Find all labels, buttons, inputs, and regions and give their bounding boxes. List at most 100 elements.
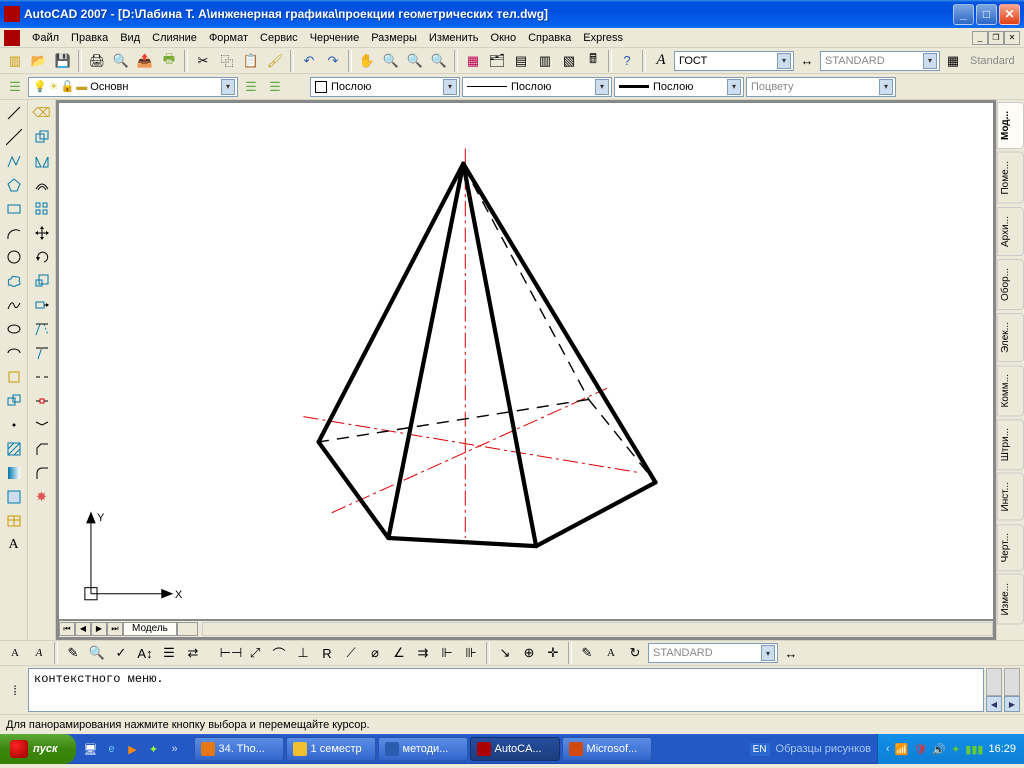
insert-icon[interactable] xyxy=(3,366,25,388)
menu-format[interactable]: Формат xyxy=(203,30,254,46)
polygon-icon[interactable] xyxy=(3,174,25,196)
clock[interactable]: 16:29 xyxy=(988,743,1016,755)
tray-vol-icon[interactable]: 🔊 xyxy=(932,743,946,756)
hatch-icon[interactable] xyxy=(3,438,25,460)
zoom-win-icon[interactable]: 🔍 xyxy=(404,50,426,72)
dimstyle-combo[interactable]: STANDARD▾ xyxy=(648,643,778,663)
copy-obj-icon[interactable] xyxy=(31,126,53,148)
vtab-hatch[interactable]: Штри... xyxy=(997,419,1024,470)
lang-indicator[interactable]: EN xyxy=(750,743,770,756)
mdi-close[interactable]: ✕ xyxy=(1004,31,1020,45)
scroll-right-icon[interactable]: ▶ xyxy=(1004,696,1020,712)
dim-quick-icon[interactable]: ⇉ xyxy=(412,642,434,664)
cmd-scrollbar[interactable]: ◀ xyxy=(986,668,1002,712)
dim-align-icon[interactable]: ⤢ xyxy=(244,642,266,664)
props-icon[interactable]: ▦ xyxy=(462,50,484,72)
menu-view[interactable]: Вид xyxy=(114,30,146,46)
tablestyle-icon[interactable]: ▦ xyxy=(942,50,964,72)
vtab-model[interactable]: Мод... xyxy=(997,102,1024,149)
color-combo[interactable]: Послою▾ xyxy=(310,77,460,97)
dim-ord-icon[interactable]: ⊥ xyxy=(292,642,314,664)
table-icon[interactable] xyxy=(3,510,25,532)
vtab-equip[interactable]: Обор... xyxy=(997,259,1024,310)
revcloud-icon[interactable] xyxy=(3,270,25,292)
move-icon[interactable] xyxy=(31,222,53,244)
dimstyle-icon[interactable]: ↔ xyxy=(796,50,818,72)
tab-first[interactable]: ⏮ xyxy=(59,622,75,636)
task-button[interactable]: методи... xyxy=(378,737,468,761)
dim-dia-icon[interactable]: ⌀ xyxy=(364,642,386,664)
vtab-tools[interactable]: Инст... xyxy=(997,473,1024,521)
vtab-draw[interactable]: Черт... xyxy=(997,524,1024,571)
rect-icon[interactable] xyxy=(3,198,25,220)
fillet-icon[interactable] xyxy=(31,462,53,484)
calc-icon[interactable]: 🖩 xyxy=(582,50,604,72)
dim-update-icon[interactable]: ↻ xyxy=(624,642,646,664)
dimstyle-mgr-icon[interactable]: ↔ xyxy=(780,642,802,664)
mtext-tool-icon[interactable]: A xyxy=(4,642,26,664)
text-style-combo[interactable]: ГОСТ▾ xyxy=(674,51,794,71)
dim-arc-icon[interactable]: ⌒ xyxy=(268,642,290,664)
cmd-scrollbar-2[interactable]: ▶ xyxy=(1004,668,1020,712)
tab-layout[interactable] xyxy=(177,622,198,636)
sheet-icon[interactable]: ▥ xyxy=(534,50,556,72)
region-icon[interactable] xyxy=(3,486,25,508)
array-icon[interactable] xyxy=(31,198,53,220)
offset-icon[interactable] xyxy=(31,174,53,196)
dim-edit-icon[interactable]: ✎ xyxy=(576,642,598,664)
layer-combo[interactable]: 💡 ☀ 🔓 ▬ Основн ▾ xyxy=(28,77,238,97)
menu-window[interactable]: Окно xyxy=(485,30,523,46)
vtab-meas[interactable]: Изме... xyxy=(997,574,1024,625)
cmd-grip-icon[interactable]: ⁞ xyxy=(4,679,26,701)
plot-icon[interactable]: 🖶 xyxy=(158,50,180,72)
tab-prev[interactable]: ◀ xyxy=(75,622,91,636)
pline-icon[interactable] xyxy=(3,150,25,172)
center-icon[interactable]: ✛ xyxy=(542,642,564,664)
layer-state-icon[interactable]: ☰ xyxy=(264,76,286,98)
zoom-prev-icon[interactable]: 🔍 xyxy=(428,50,450,72)
minimize-button[interactable]: _ xyxy=(953,4,974,25)
zoom-rt-icon[interactable]: 🔍 xyxy=(380,50,402,72)
layer-manager-icon[interactable]: ☰ xyxy=(4,76,26,98)
line-icon[interactable] xyxy=(3,102,25,124)
justify-icon[interactable]: ☰ xyxy=(158,642,180,664)
match-icon[interactable]: 🖌 xyxy=(264,50,286,72)
scale-icon[interactable] xyxy=(31,270,53,292)
menu-modify[interactable]: Изменить xyxy=(423,30,485,46)
ellipse-arc-icon[interactable] xyxy=(3,342,25,364)
tray-sig-icon[interactable]: ▮▮▮ xyxy=(965,743,983,756)
explode-icon[interactable]: ✸ xyxy=(31,486,53,508)
circle-icon[interactable] xyxy=(3,246,25,268)
ellipse-icon[interactable] xyxy=(3,318,25,340)
ql-desktop-icon[interactable]: 🖥 xyxy=(82,740,100,758)
dim-lin-icon[interactable]: ⊢⊣ xyxy=(220,642,242,664)
extend-icon[interactable] xyxy=(31,342,53,364)
drawing-canvas[interactable]: Y X xyxy=(59,103,993,619)
undo-icon[interactable]: ↶ xyxy=(298,50,320,72)
mdi-minimize[interactable]: _ xyxy=(972,31,988,45)
dim-style-combo[interactable]: STANDARD▾ xyxy=(820,51,940,71)
deskband-label[interactable]: Образцы рисунков xyxy=(770,743,878,755)
ql-app-icon[interactable]: ✦ xyxy=(145,740,163,758)
break-icon[interactable] xyxy=(31,366,53,388)
spline-icon[interactable] xyxy=(3,294,25,316)
mdi-restore[interactable]: ❐ xyxy=(988,31,1004,45)
help-icon[interactable]: ? xyxy=(616,50,638,72)
dim-ang-icon[interactable]: ∠ xyxy=(388,642,410,664)
layer-prev-icon[interactable]: ☰ xyxy=(240,76,262,98)
menu-service[interactable]: Сервис xyxy=(254,30,304,46)
gradient-icon[interactable] xyxy=(3,462,25,484)
print-icon[interactable]: 🖨 xyxy=(86,50,108,72)
arc-icon[interactable] xyxy=(3,222,25,244)
dim-jog-icon[interactable]: ⟋ xyxy=(340,642,362,664)
textstyle-icon[interactable]: A xyxy=(650,50,672,72)
lineweight-combo[interactable]: Послою▾ xyxy=(614,77,744,97)
menu-draw[interactable]: Черчение xyxy=(304,30,366,46)
chamfer-icon[interactable] xyxy=(31,438,53,460)
tab-next[interactable]: ▶ xyxy=(91,622,107,636)
dc-icon[interactable]: 🗂 xyxy=(486,50,508,72)
menu-help[interactable]: Справка xyxy=(522,30,577,46)
dim-base-icon[interactable]: ⊩ xyxy=(436,642,458,664)
dim-cont-icon[interactable]: ⊪ xyxy=(460,642,482,664)
menu-file[interactable]: Файл xyxy=(26,30,65,46)
